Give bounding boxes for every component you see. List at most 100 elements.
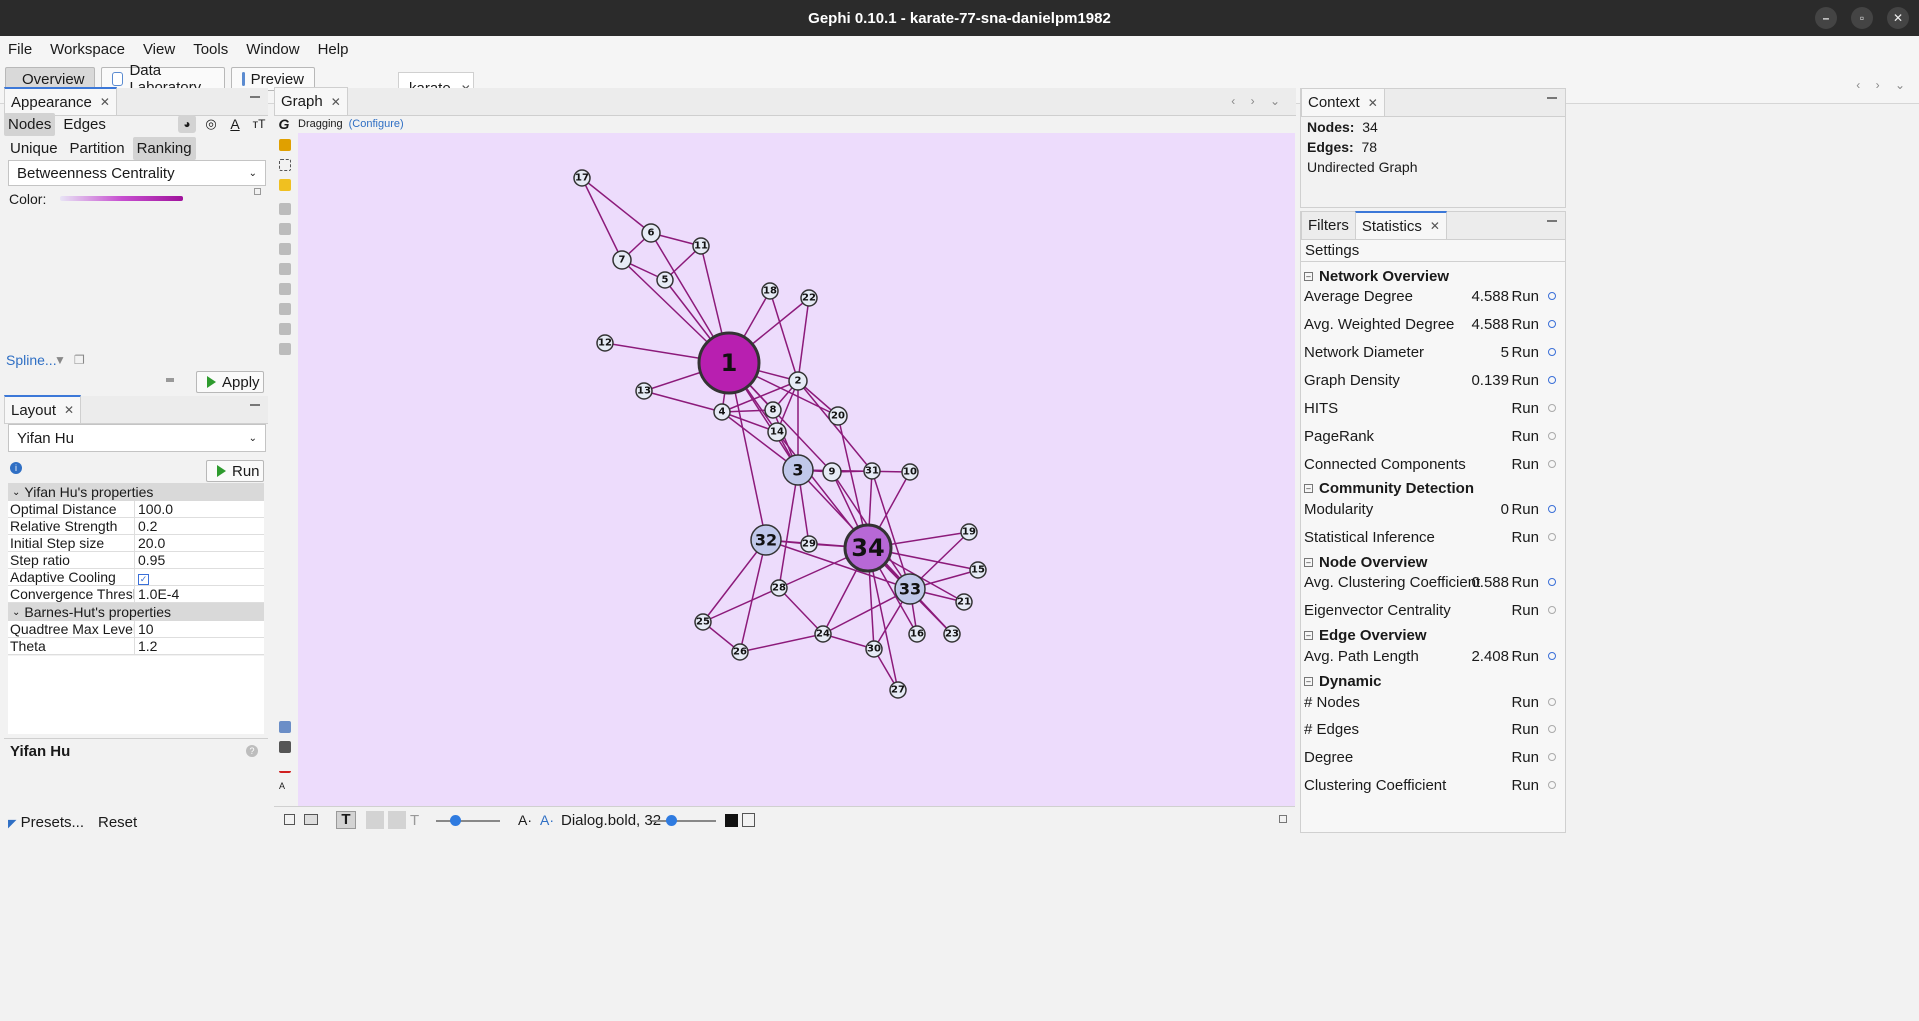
tab-partition[interactable]: Partition <box>66 137 129 160</box>
background-color-icon[interactable] <box>279 741 291 753</box>
screenshot-icon[interactable] <box>304 814 318 825</box>
graph-node[interactable]: 19 <box>960 523 978 541</box>
graph-node[interactable]: 17 <box>573 169 591 187</box>
run-button[interactable]: Run <box>1511 777 1539 794</box>
tab-nodes[interactable]: Nodes <box>4 113 56 136</box>
font-size-slider[interactable] <box>652 815 716 826</box>
graph-node[interactable]: 5 <box>656 271 674 289</box>
graph-node[interactable]: 1 <box>697 331 761 395</box>
palette-icon[interactable]: ◕ <box>178 115 196 133</box>
graph-node[interactable]: 31 <box>863 462 881 480</box>
menu-window[interactable]: Window <box>246 41 299 58</box>
minimize-window-button[interactable]: – <box>1815 7 1837 29</box>
menu-view[interactable]: View <box>143 41 175 58</box>
tab-filters[interactable]: Filters <box>1301 211 1355 239</box>
label-size-slider[interactable] <box>436 815 500 826</box>
property-row[interactable]: Relative Strength 0.2 <box>8 518 264 535</box>
reset-button[interactable]: Reset <box>98 814 137 831</box>
property-row[interactable]: Theta 1.2 <box>8 638 264 655</box>
graph-node[interactable]: 34 <box>843 523 893 573</box>
filter-icon[interactable]: ▼ <box>54 353 66 367</box>
graph-node[interactable]: 26 <box>731 643 749 661</box>
graph-node[interactable]: 2 <box>788 371 808 391</box>
fullscreen-icon[interactable] <box>284 814 295 825</box>
slider-thumb[interactable] <box>450 815 461 826</box>
heat-map-icon[interactable] <box>279 343 291 355</box>
tab-layout[interactable]: Layout ✕ <box>4 395 82 423</box>
copy-icon[interactable]: ❐ <box>74 353 85 367</box>
run-button[interactable]: Run <box>1511 648 1539 665</box>
tab-edges[interactable]: Edges <box>59 113 110 136</box>
adaptive-cooling-checkbox[interactable]: ✓ <box>138 574 149 585</box>
font-color-icon[interactable]: A· <box>540 812 554 828</box>
tab-graph[interactable]: Graph ✕ <box>274 87 348 115</box>
configure-link[interactable]: (Configure) <box>349 118 404 130</box>
tab-statistics[interactable]: Statistics ✕ <box>1354 211 1447 239</box>
property-row[interactable]: Step ratio 0.95 <box>8 552 264 569</box>
run-button[interactable]: Run <box>1511 344 1539 361</box>
rotate-icon[interactable] <box>279 283 291 295</box>
graph-node[interactable]: 11 <box>692 237 710 255</box>
select-tool-icon[interactable] <box>279 139 291 151</box>
options-icon[interactable] <box>166 378 174 382</box>
graph-node[interactable]: 9 <box>822 462 842 482</box>
property-row[interactable]: Quadtree Max Level 10 <box>8 621 264 638</box>
info-icon[interactable] <box>1548 348 1556 356</box>
close-tab-icon[interactable]: ✕ <box>100 95 110 109</box>
graph-network[interactable]: 123456789 1011121314151617181920212223242… <box>298 133 1295 806</box>
close-tab-icon[interactable]: ✕ <box>1430 219 1440 233</box>
property-row[interactable]: Optimal Distance 100.0 <box>8 501 264 518</box>
label-color-swatch[interactable] <box>725 814 738 827</box>
graph-canvas[interactable]: 1 2 3 4 5 6 7 8 9 10 11 12 13 14 15 16 17 18 19 20 21 22 23 24 2… <box>298 133 1295 806</box>
maximize-window-button[interactable]: ▫ <box>1851 7 1873 29</box>
presets-button[interactable]: ◤ Presets... <box>8 814 84 831</box>
run-button[interactable]: Run <box>1511 721 1539 738</box>
tab-context[interactable]: Context ✕ <box>1301 88 1385 116</box>
info-icon[interactable] <box>1548 460 1556 468</box>
tab-unique[interactable]: Unique <box>6 137 62 160</box>
close-tab-icon[interactable]: ✕ <box>1368 96 1378 110</box>
graph-node[interactable]: 3 <box>782 454 814 486</box>
label-size-icon[interactable]: тT <box>250 115 268 133</box>
edge-labels-icon[interactable] <box>366 811 384 829</box>
graph-node[interactable]: 15 <box>969 561 987 579</box>
run-button[interactable]: Run <box>1511 501 1539 518</box>
zoom-icon[interactable] <box>279 721 291 733</box>
drag-hand-icon[interactable] <box>279 179 291 191</box>
info-icon[interactable] <box>1548 781 1556 789</box>
info-icon[interactable] <box>1548 578 1556 586</box>
run-button[interactable]: Run <box>1511 694 1539 711</box>
info-icon[interactable] <box>1548 606 1556 614</box>
gradient-settings-icon[interactable] <box>254 188 261 195</box>
graph-node[interactable]: 16 <box>908 625 926 643</box>
color-gradient-slider[interactable] <box>60 196 183 201</box>
graph-node[interactable]: 7 <box>612 250 632 270</box>
run-button[interactable]: Run <box>1511 288 1539 305</box>
graph-node[interactable]: 18 <box>761 282 779 300</box>
tab-navigation-icons[interactable]: ‹ › ⌄ <box>1231 94 1286 108</box>
graph-node[interactable]: 29 <box>800 535 818 553</box>
info-icon[interactable] <box>1548 432 1556 440</box>
run-button[interactable]: Run <box>1511 316 1539 333</box>
spline-link[interactable]: Spline... <box>6 352 57 368</box>
menu-file[interactable]: File <box>8 41 32 58</box>
close-window-button[interactable]: ✕ <box>1887 7 1909 29</box>
graph-node[interactable]: 21 <box>955 593 973 611</box>
graph-node[interactable]: 22 <box>800 289 818 307</box>
property-row[interactable]: Adaptive Cooling ✓ <box>8 569 264 586</box>
tab-navigation-icons[interactable]: ‹ › ⌄ <box>1856 78 1911 92</box>
graph-node[interactable]: 32 <box>750 524 782 556</box>
settings-button[interactable]: Settings <box>1301 238 1565 262</box>
lock-icon[interactable] <box>1279 815 1287 823</box>
tab-appearance[interactable]: Appearance ✕ <box>4 87 117 115</box>
info-icon[interactable] <box>1548 320 1556 328</box>
run-button[interactable]: Run <box>1511 400 1539 417</box>
help-icon[interactable]: ? <box>246 745 258 757</box>
minimize-panel-icon[interactable] <box>250 404 260 406</box>
ranking-attribute-select[interactable]: Betweenness Centrality ⌄ <box>8 160 266 186</box>
info-icon[interactable] <box>1548 533 1556 541</box>
run-layout-button[interactable]: Run <box>206 460 264 482</box>
text-size-icon[interactable]: T <box>410 812 419 829</box>
edit-icon[interactable] <box>279 203 291 215</box>
graph-node[interactable]: 20 <box>828 406 848 426</box>
